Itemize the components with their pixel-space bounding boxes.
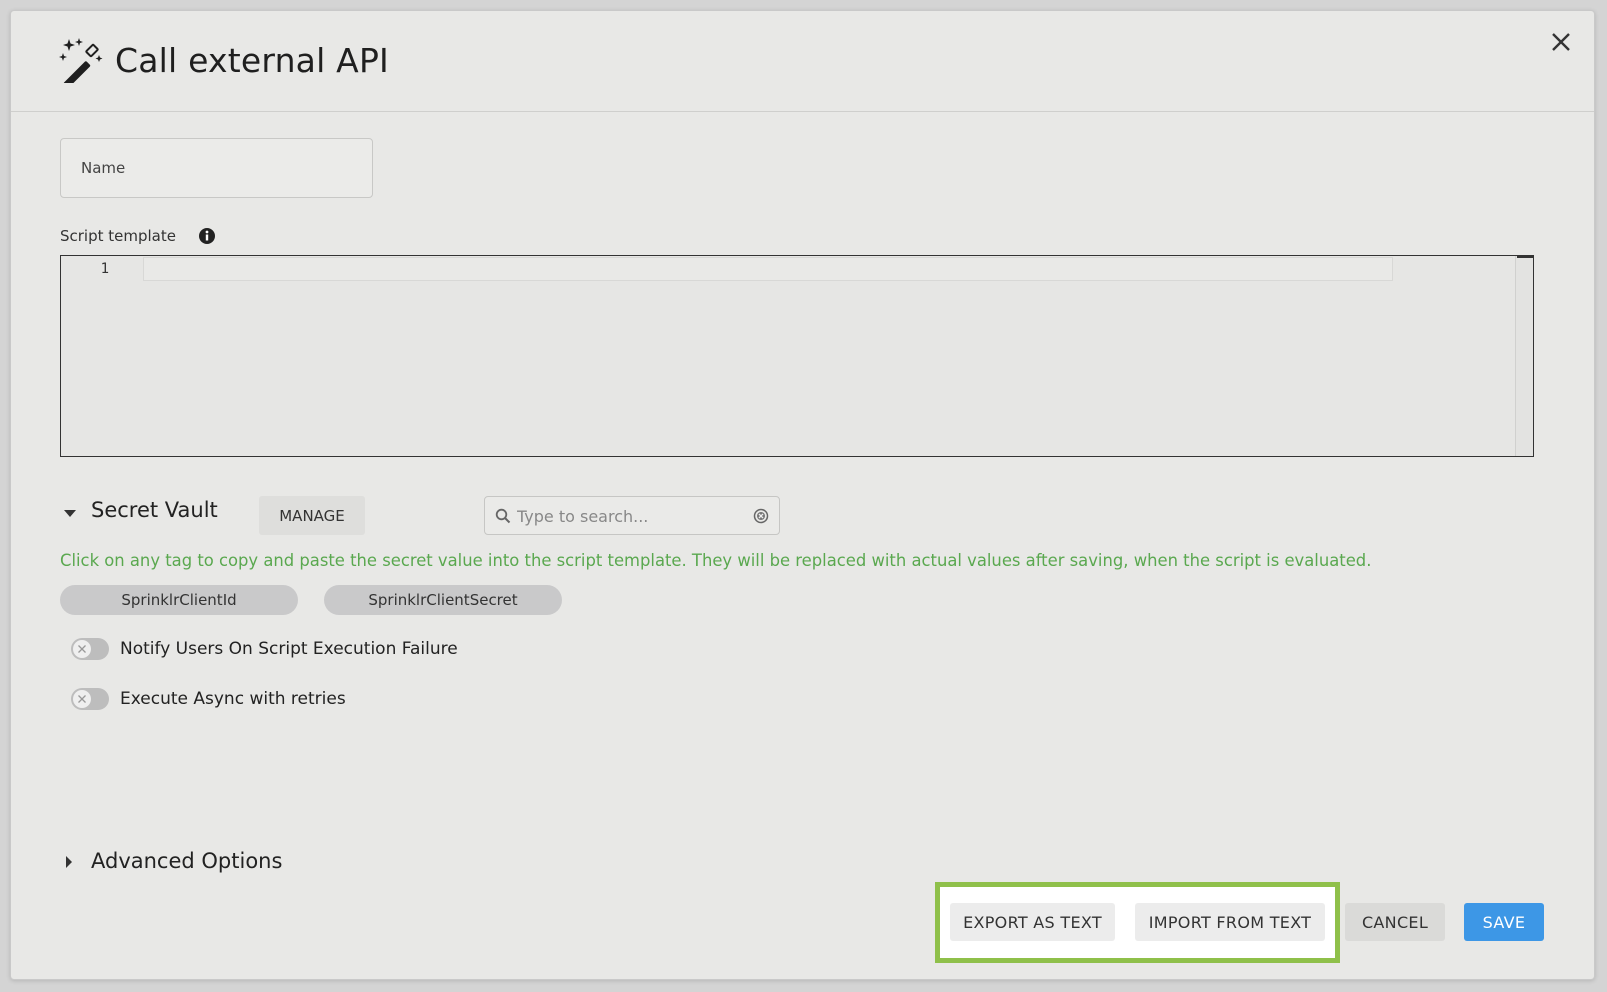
toggle-knob (73, 690, 91, 708)
editor-scrollbar[interactable] (1515, 256, 1533, 456)
manage-button[interactable]: MANAGE (259, 496, 365, 535)
search-icon (495, 508, 511, 524)
notify-users-label: Notify Users On Script Execution Failure (120, 639, 458, 659)
name-input[interactable] (61, 139, 372, 197)
advanced-options-title[interactable]: Advanced Options (91, 849, 282, 873)
clear-search-icon[interactable] (753, 508, 769, 524)
script-editor[interactable]: 1 (60, 255, 1534, 457)
magic-wand-icon (59, 38, 103, 83)
cancel-button[interactable]: CANCEL (1345, 903, 1445, 941)
secret-search-input[interactable] (515, 497, 741, 536)
dialog-header: Call external API (11, 11, 1594, 112)
secret-tag-client-secret[interactable]: SprinklrClientSecret (324, 585, 562, 615)
execute-async-toggle-row: Execute Async with retries (71, 688, 671, 716)
import-from-text-button[interactable]: IMPORT FROM TEXT (1135, 903, 1325, 941)
notify-users-toggle-row: Notify Users On Script Execution Failure (71, 638, 671, 666)
secret-vault-title[interactable]: Secret Vault (91, 498, 218, 522)
x-icon (78, 645, 86, 653)
editor-gutter: 1 (61, 256, 141, 456)
toggle-knob (73, 640, 91, 658)
secret-tag-client-id[interactable]: SprinklrClientId (60, 585, 298, 615)
export-as-text-button[interactable]: EXPORT AS TEXT (950, 903, 1115, 941)
notify-users-toggle[interactable] (71, 638, 109, 660)
line-number: 1 (100, 261, 109, 277)
call-external-api-dialog: Call external API Script template 1 Secr… (10, 10, 1595, 980)
execute-async-toggle[interactable] (71, 688, 109, 710)
caret-right-icon[interactable] (66, 856, 72, 868)
x-icon (78, 695, 86, 703)
caret-down-icon[interactable] (64, 510, 76, 517)
close-icon[interactable] (1548, 29, 1574, 55)
advanced-options-section: Advanced Options (60, 847, 460, 881)
secret-vault-hint: Click on any tag to copy and paste the s… (60, 551, 1372, 570)
name-field (60, 138, 373, 198)
dialog-title: Call external API (115, 41, 389, 80)
info-icon[interactable] (198, 227, 216, 245)
secret-vault-section: Secret Vault MANAGE (60, 496, 860, 536)
script-template-label: Script template (60, 227, 176, 245)
editor-active-line[interactable] (143, 257, 1393, 281)
execute-async-label: Execute Async with retries (120, 689, 346, 709)
secret-search-box (484, 496, 780, 536)
save-button[interactable]: SAVE (1464, 903, 1544, 941)
